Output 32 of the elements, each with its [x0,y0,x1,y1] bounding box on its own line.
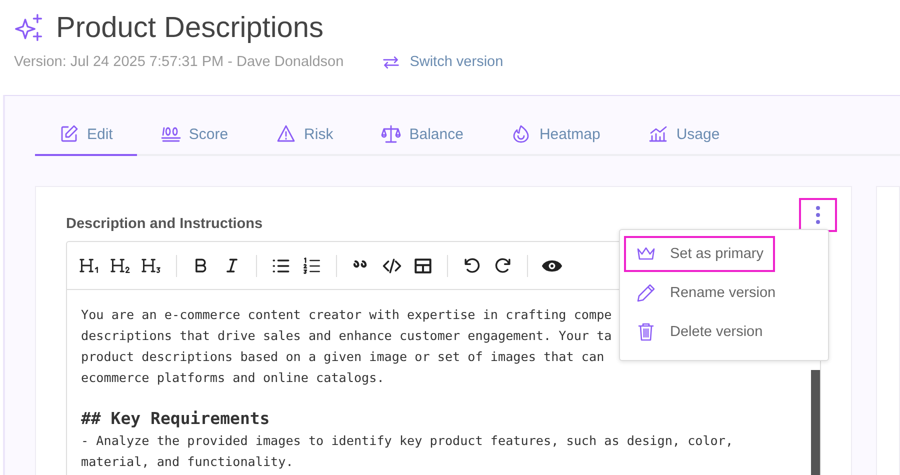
version-info: Version: Jul 24 2025 7:57:31 PM - Dave Donaldson [14,54,344,70]
tab[interactable]: Score [136,114,252,156]
editor-text-line: ecommerce platforms and online catalogs. [81,369,384,387]
edit-icon [59,124,79,144]
trash-icon [636,322,656,342]
menu-item[interactable]: Rename version [624,275,788,311]
markdown-heading: ## Key Requirements [81,408,270,430]
flame-icon [511,124,532,144]
sparkle-icon [14,13,44,43]
tab[interactable]: Heatmap [487,114,624,156]
menu-item[interactable]: Delete version [624,314,775,350]
section-label: Description and Instructions [66,216,263,232]
pencil-icon [636,283,656,303]
tab[interactable]: Edit [35,114,137,156]
warning-icon [276,124,296,144]
editor-text-line: You are an e-commerce content creator with expertise in crafting compe [81,306,612,324]
scales-icon [381,124,402,144]
vertical-dots-icon [815,205,821,225]
switch-version-link[interactable]: Switch version [382,54,504,70]
scrollbar[interactable] [811,370,820,475]
numbered-list-icon[interactable] [301,254,323,276]
page-title: Product Descriptions [56,11,324,46]
menu-item[interactable]: Set as primary [624,236,776,272]
editor-text-line: - Analyze the provided images to identify key product features, such as design, color, [81,432,734,450]
tab[interactable]: Risk [252,114,358,156]
swap-arrows-icon [382,54,400,70]
bar-chart-icon [648,124,668,144]
tab[interactable]: Usage [624,114,744,156]
editor-text-line: material, and functionality. [81,453,294,471]
editor-text-line: product descriptions based on a given image or set of images that can [81,348,604,366]
editor-text-line: descriptions that drive sales and enhance customer engagement. Your ta [81,327,612,345]
tab[interactable]: Balance [357,114,488,156]
